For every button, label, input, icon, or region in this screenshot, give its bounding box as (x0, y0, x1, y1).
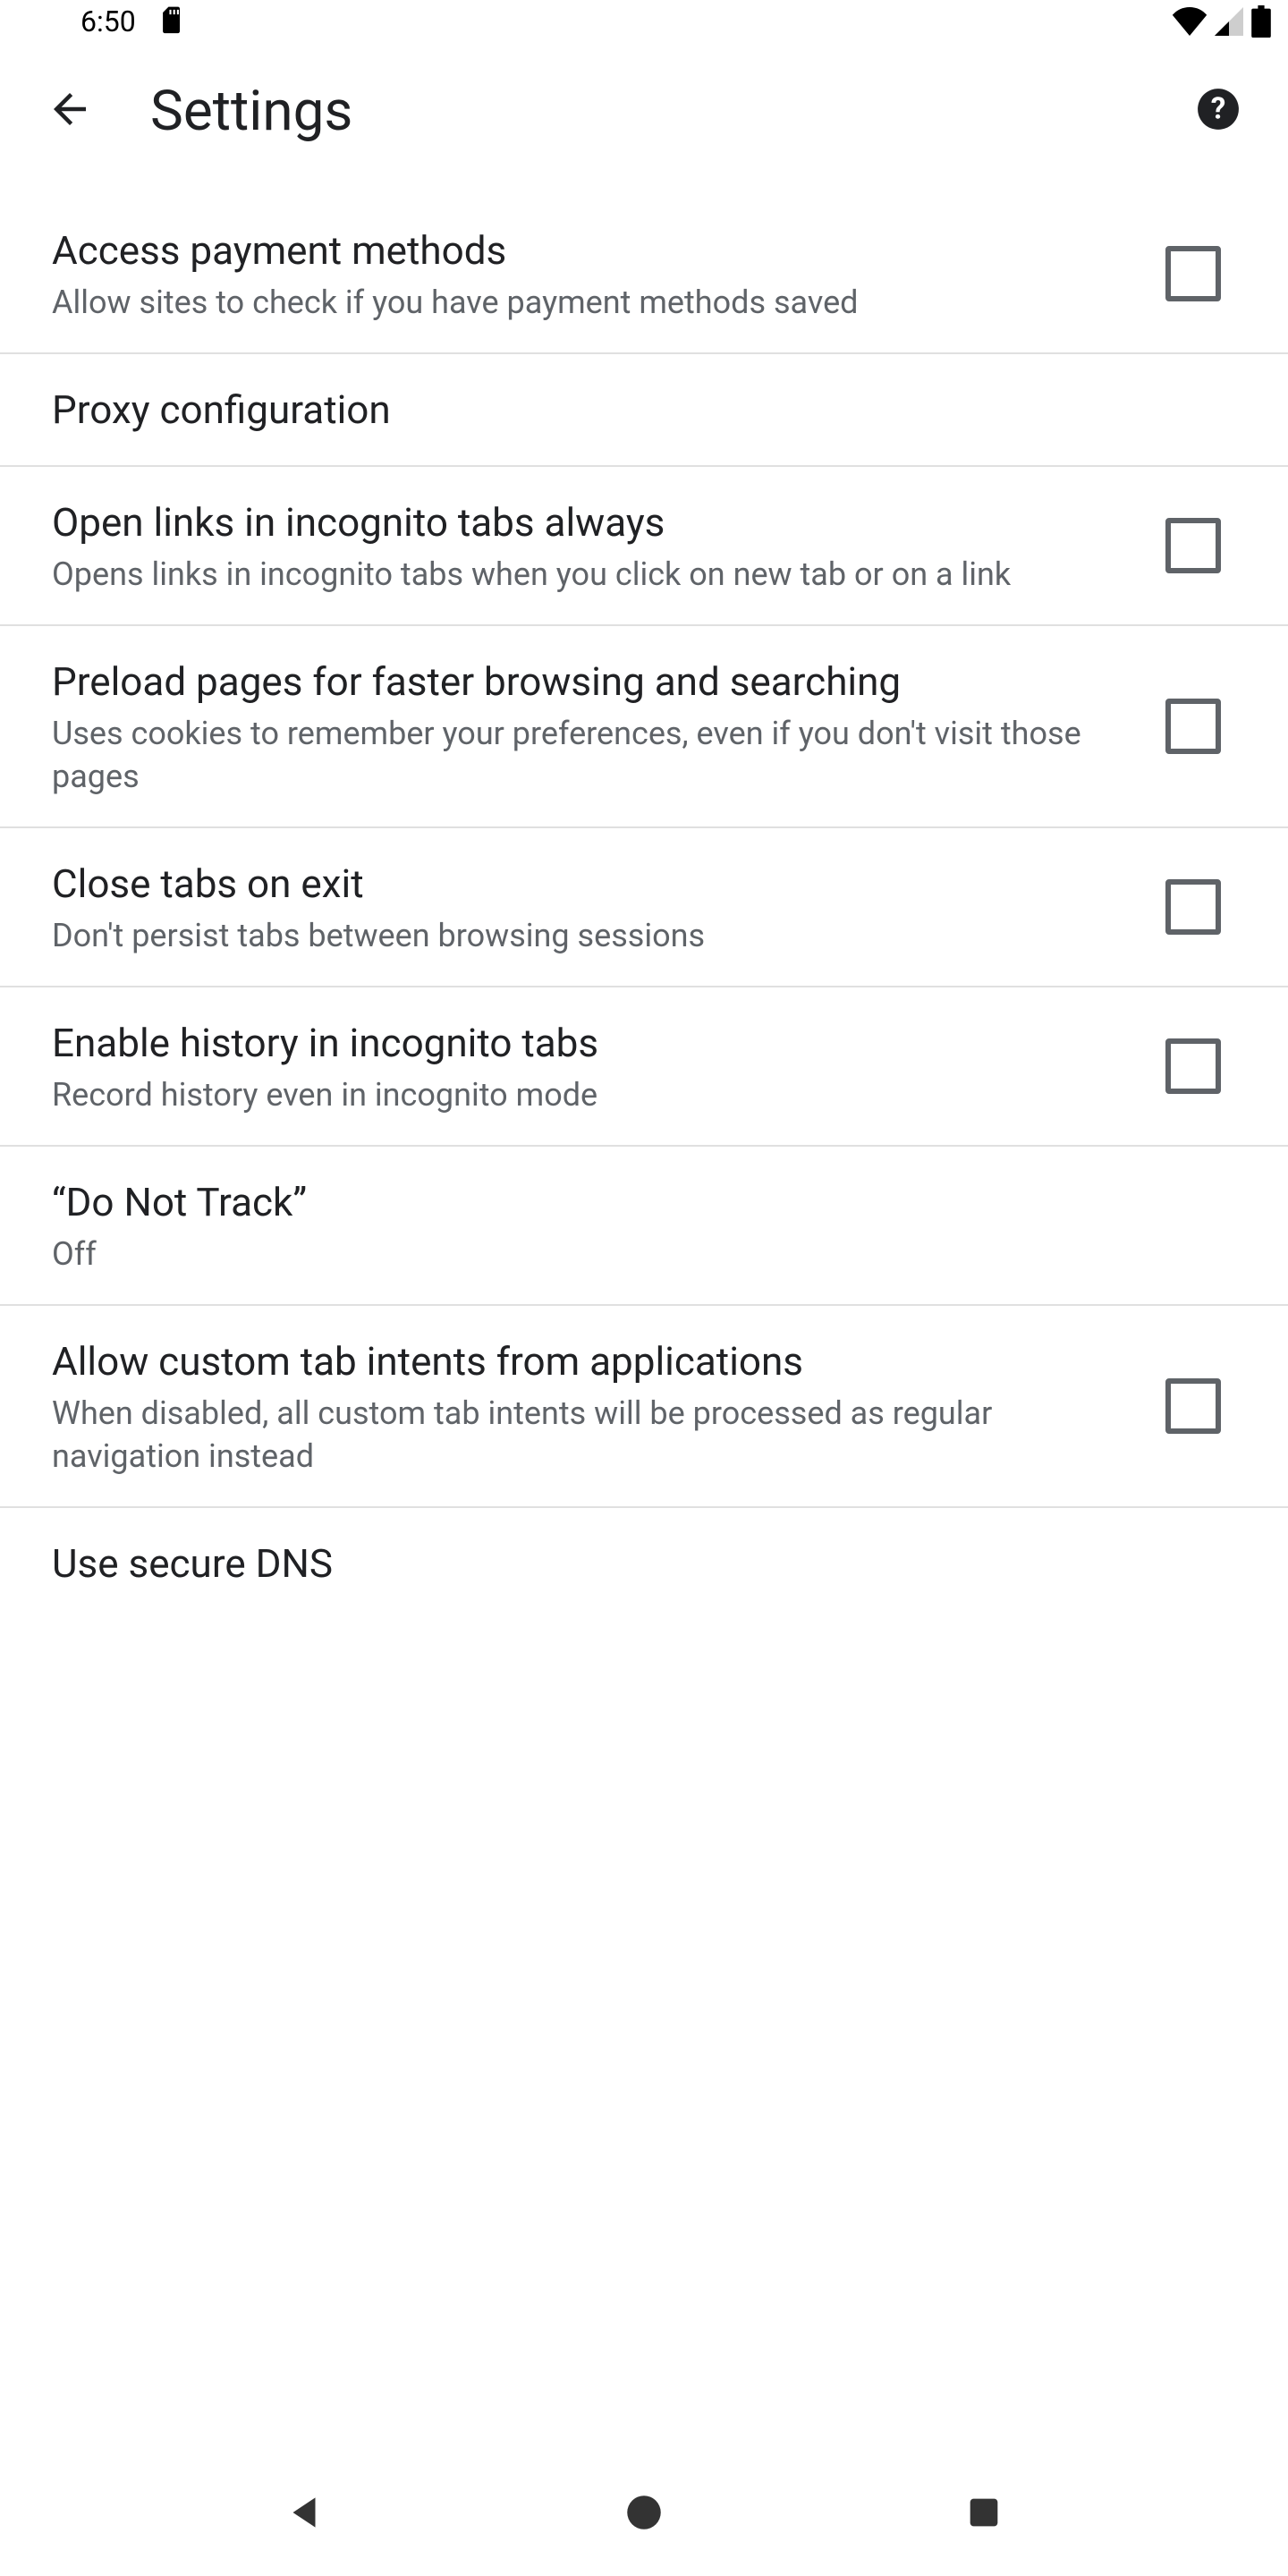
row-title: Access payment methods (52, 224, 1114, 277)
square-recent-icon (963, 2492, 1004, 2537)
checkbox-allow-custom-tab-intents[interactable] (1150, 1363, 1236, 1449)
checkbox-unchecked-icon (1165, 699, 1221, 754)
page-title: Settings (113, 79, 1175, 144)
row-sub: Off (52, 1233, 1200, 1275)
row-title: Open links in incognito tabs always (52, 496, 1114, 549)
checkbox-close-tabs-on-exit[interactable] (1150, 864, 1236, 950)
row-use-secure-dns[interactable]: Use secure DNS (0, 1508, 1288, 1619)
statusbar-right (1172, 5, 1272, 38)
settings-list: Access payment methods Allow sites to ch… (0, 179, 1288, 1619)
nav-back-button[interactable] (250, 2461, 358, 2568)
appbar: Settings ? (0, 43, 1288, 179)
row-text: “Do Not Track” Off (52, 1175, 1236, 1275)
checkbox-unchecked-icon (1165, 1038, 1221, 1094)
row-text: Proxy configuration (52, 383, 1236, 436)
row-title: “Do Not Track” (52, 1175, 1200, 1229)
row-text: Enable history in incognito tabs Record … (52, 1016, 1150, 1116)
row-text: Open links in incognito tabs always Open… (52, 496, 1150, 596)
nav-home-button[interactable] (590, 2461, 698, 2568)
statusbar-left: 6:50 (80, 4, 186, 38)
row-sub: Opens links in incognito tabs when you c… (52, 553, 1114, 596)
row-do-not-track[interactable]: “Do Not Track” Off (0, 1147, 1288, 1306)
checkbox-unchecked-icon (1165, 518, 1221, 573)
wifi-icon (1172, 7, 1208, 36)
system-navbar (0, 2453, 1288, 2576)
row-title: Proxy configuration (52, 383, 1200, 436)
row-sub: When disabled, all custom tab intents wi… (52, 1392, 1114, 1478)
row-sub: Allow sites to check if you have payment… (52, 281, 1114, 324)
arrow-left-icon (46, 85, 94, 137)
checkbox-preload-pages[interactable] (1150, 683, 1236, 769)
row-allow-custom-tab-intents[interactable]: Allow custom tab intents from applicatio… (0, 1306, 1288, 1508)
sd-card-icon (161, 6, 186, 37)
nav-recent-button[interactable] (930, 2461, 1038, 2568)
row-open-links-incognito[interactable]: Open links in incognito tabs always Open… (0, 467, 1288, 626)
row-title: Preload pages for faster browsing and se… (52, 655, 1114, 708)
triangle-back-icon (282, 2490, 326, 2538)
row-sub: Uses cookies to remember your preference… (52, 712, 1114, 798)
row-proxy-configuration[interactable]: Proxy configuration (0, 354, 1288, 467)
svg-text:?: ? (1211, 91, 1226, 126)
row-text: Allow custom tab intents from applicatio… (52, 1335, 1150, 1478)
battery-icon (1250, 5, 1272, 38)
cell-signal-icon (1213, 7, 1245, 36)
row-text: Close tabs on exit Don't persist tabs be… (52, 857, 1150, 957)
row-text: Use secure DNS (52, 1537, 1236, 1590)
help-icon: ? (1196, 87, 1241, 135)
row-title: Close tabs on exit (52, 857, 1114, 911)
checkbox-unchecked-icon (1165, 246, 1221, 301)
checkbox-unchecked-icon (1165, 1378, 1221, 1434)
circle-home-icon (622, 2490, 666, 2538)
statusbar-time: 6:50 (80, 4, 136, 38)
row-sub: Record history even in incognito mode (52, 1073, 1114, 1116)
back-button[interactable] (27, 68, 113, 154)
row-sub: Don't persist tabs between browsing sess… (52, 914, 1114, 957)
help-button[interactable]: ? (1175, 68, 1261, 154)
checkbox-access-payment-methods[interactable] (1150, 231, 1236, 317)
row-access-payment-methods[interactable]: Access payment methods Allow sites to ch… (0, 179, 1288, 354)
checkbox-enable-history-incognito[interactable] (1150, 1023, 1236, 1109)
row-text: Access payment methods Allow sites to ch… (52, 224, 1150, 324)
row-close-tabs-on-exit[interactable]: Close tabs on exit Don't persist tabs be… (0, 828, 1288, 987)
checkbox-open-links-incognito[interactable] (1150, 503, 1236, 589)
row-preload-pages[interactable]: Preload pages for faster browsing and se… (0, 626, 1288, 828)
statusbar: 6:50 (0, 0, 1288, 43)
row-title: Enable history in incognito tabs (52, 1016, 1114, 1070)
row-enable-history-incognito[interactable]: Enable history in incognito tabs Record … (0, 987, 1288, 1147)
row-title: Allow custom tab intents from applicatio… (52, 1335, 1114, 1388)
row-text: Preload pages for faster browsing and se… (52, 655, 1150, 798)
row-title: Use secure DNS (52, 1537, 1200, 1590)
checkbox-unchecked-icon (1165, 879, 1221, 935)
